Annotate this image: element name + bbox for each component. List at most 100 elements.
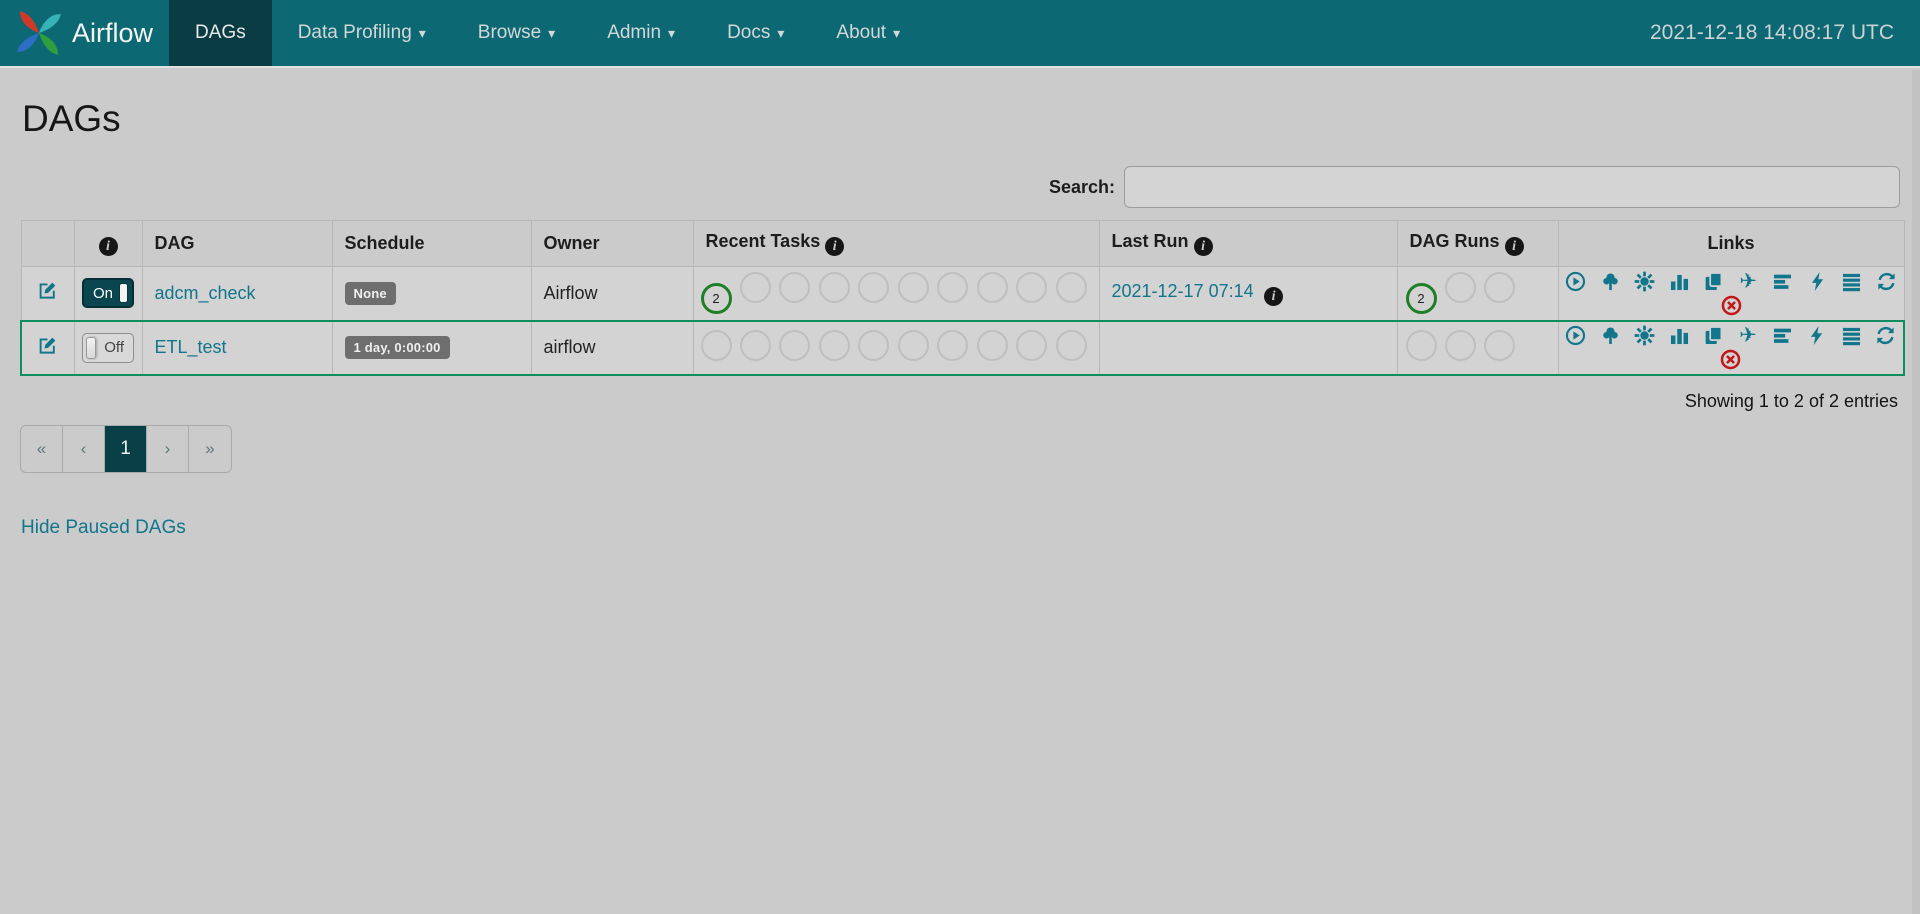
page-title: DAGs [22, 98, 1920, 140]
header-label: DAG [155, 233, 195, 253]
delete-dag-icon[interactable] [1719, 293, 1744, 317]
dags-table: i DAG Schedule Owner Recent Tasks i Last… [20, 220, 1905, 376]
pagination-next-button[interactable]: › [147, 426, 189, 472]
dag-pause-toggle[interactable]: Off [82, 333, 134, 363]
toggle-label: Off [104, 339, 124, 356]
task-state-circle [937, 272, 968, 303]
edit-dag-icon[interactable] [38, 281, 57, 300]
info-icon: i [99, 237, 118, 256]
task-state-success-circle[interactable]: 2 [701, 283, 732, 314]
logs-icon[interactable] [1839, 269, 1864, 293]
dag-run-circle [1484, 272, 1515, 303]
dag-run-success-circle[interactable]: 2 [1406, 283, 1437, 314]
refresh-icon[interactable] [1873, 324, 1898, 348]
header-label: Schedule [345, 233, 425, 253]
edit-dag-icon[interactable] [38, 336, 57, 355]
task-state-circle [1016, 330, 1047, 361]
delete-dag-icon[interactable] [1718, 348, 1743, 372]
dag-runs-cell: 2 [1397, 267, 1558, 321]
caret-down-icon: ▾ [777, 25, 784, 42]
schedule-badge[interactable]: None [345, 282, 396, 305]
tree-view-icon[interactable] [1598, 269, 1623, 293]
task-tries-icon[interactable] [1701, 324, 1726, 348]
code-view-icon[interactable] [1804, 324, 1829, 348]
trigger-dag-icon[interactable] [1563, 324, 1588, 348]
graph-view-icon[interactable] [1632, 269, 1657, 293]
caret-down-icon: ▾ [419, 25, 426, 42]
nav-item-data-profiling[interactable]: Data Profiling ▾ [272, 0, 452, 66]
pagination-first-button[interactable]: « [21, 426, 63, 472]
header-last-run: Last Run i [1099, 221, 1397, 267]
landing-times-icon[interactable]: ✈ [1735, 324, 1760, 348]
header-schedule[interactable]: Schedule [332, 221, 531, 267]
task-tries-icon[interactable] [1701, 269, 1726, 293]
tasks-duration-icon[interactable] [1667, 324, 1692, 348]
header-label: Recent Tasks [706, 231, 821, 251]
header-dag[interactable]: DAG [142, 221, 332, 267]
schedule-badge[interactable]: 1 day, 0:00:00 [345, 336, 450, 359]
nav-item-browse[interactable]: Browse ▾ [452, 0, 581, 66]
search-input[interactable] [1124, 166, 1900, 208]
logs-icon[interactable] [1839, 324, 1864, 348]
nav-label: Admin [607, 22, 661, 44]
gantt-view-icon[interactable] [1770, 324, 1795, 348]
owner-label: Airflow [544, 283, 598, 303]
info-icon: i [825, 237, 844, 256]
header-links: Links [1558, 221, 1904, 267]
task-state-circle [898, 272, 929, 303]
utc-clock: 2021-12-18 14:08:17 UTC [1650, 0, 1920, 66]
header-info: i [74, 221, 142, 267]
toggle-label: On [93, 285, 113, 302]
nav-item-docs[interactable]: Docs ▾ [701, 0, 810, 66]
navbar: Airflow DAGs Data Profiling ▾ Browse ▾ A… [0, 0, 1920, 68]
task-state-circle [779, 272, 810, 303]
landing-times-icon[interactable]: ✈ [1736, 269, 1761, 293]
toggle-knob [86, 337, 96, 359]
pagination-page-1-button[interactable]: 1 [105, 426, 147, 472]
task-state-circle [740, 272, 771, 303]
links-cell: ✈ [1558, 267, 1904, 321]
nav-label: Browse [478, 22, 541, 44]
nav-item-admin[interactable]: Admin ▾ [581, 0, 701, 66]
dag-row: Off ETL_test 1 day, 0:00:00 airflow [21, 321, 1904, 375]
nav-label: DAGs [195, 22, 246, 44]
hide-paused-dags-link[interactable]: Hide Paused DAGs [21, 517, 186, 539]
dag-runs-cell [1397, 321, 1558, 375]
links-cell: ✈ [1558, 321, 1904, 375]
pagination-prev-button[interactable]: ‹ [63, 426, 105, 472]
nav-item-dags[interactable]: DAGs [169, 0, 272, 66]
airflow-pinwheel-logo [14, 8, 64, 58]
task-state-circle [898, 330, 929, 361]
airflow-brand[interactable]: Airflow [0, 0, 169, 66]
last-run-link[interactable]: 2021-12-17 07:14 [1112, 281, 1254, 301]
dag-link[interactable]: ETL_test [155, 337, 227, 357]
dag-pause-toggle[interactable]: On [82, 278, 134, 308]
entries-info: Showing 1 to 2 of 2 entries [0, 391, 1898, 412]
dag-link[interactable]: adcm_check [155, 283, 256, 303]
scrollbar-track[interactable] [1912, 70, 1920, 914]
refresh-icon[interactable] [1874, 269, 1899, 293]
task-state-circle [977, 272, 1008, 303]
gantt-view-icon[interactable] [1770, 269, 1795, 293]
dag-run-circle [1406, 330, 1437, 361]
task-state-circle [937, 330, 968, 361]
info-icon: i [1264, 287, 1283, 306]
header-owner[interactable]: Owner [531, 221, 693, 267]
code-view-icon[interactable] [1805, 269, 1830, 293]
brand-title: Airflow [72, 18, 153, 49]
pagination-last-button[interactable]: » [189, 426, 231, 472]
tree-view-icon[interactable] [1598, 324, 1623, 348]
caret-down-icon: ▾ [668, 25, 675, 42]
tasks-duration-icon[interactable] [1667, 269, 1692, 293]
caret-down-icon: ▾ [893, 25, 900, 42]
dag-run-circle [1445, 330, 1476, 361]
toggle-knob [119, 283, 128, 303]
graph-view-icon[interactable] [1632, 324, 1657, 348]
header-label: Owner [544, 233, 600, 253]
nav-item-about[interactable]: About ▾ [810, 0, 926, 66]
header-edit [21, 221, 74, 267]
caret-down-icon: ▾ [548, 25, 555, 42]
header-label: Last Run [1112, 231, 1189, 251]
trigger-dag-icon[interactable] [1563, 269, 1588, 293]
task-state-circle [701, 330, 732, 361]
